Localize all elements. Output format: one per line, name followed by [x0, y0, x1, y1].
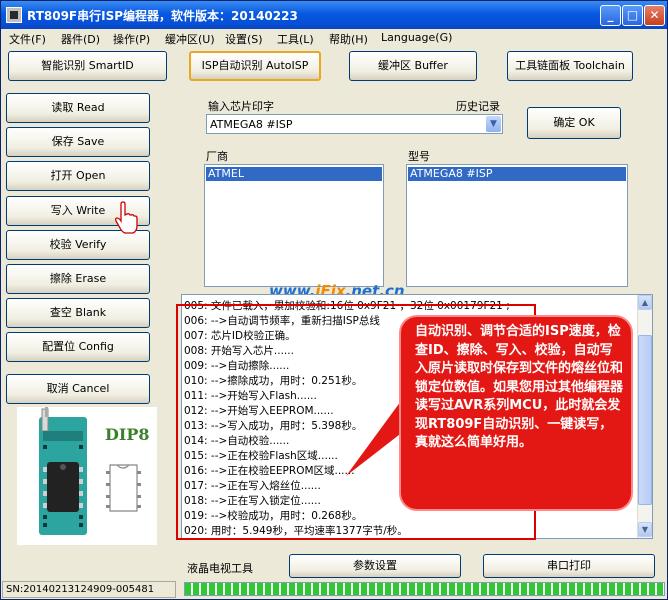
- menu-bar: 文件(F) 器件(D) 操作(P) 缓冲区(U) 设置(S) 工具(L) 帮助(…: [1, 29, 667, 48]
- serial-print-button[interactable]: 串口打印: [483, 554, 655, 578]
- hand-cursor-icon: [115, 201, 138, 234]
- app-icon: [6, 7, 22, 23]
- history-label: 历史记录: [456, 100, 500, 113]
- smart-id-button[interactable]: 智能识别 SmartID: [8, 51, 167, 81]
- chip-input-label: 输入芯片印字: [208, 100, 274, 113]
- save-button[interactable]: 保存 Save: [6, 127, 150, 157]
- erase-button[interactable]: 擦除 Erase: [6, 264, 150, 294]
- scroll-up-icon[interactable]: ▲: [638, 295, 652, 310]
- menu-tools[interactable]: 工具(L): [277, 31, 314, 47]
- menu-settings[interactable]: 设置(S): [225, 31, 263, 47]
- menu-device[interactable]: 器件(D): [61, 31, 100, 47]
- vendor-list[interactable]: ATMEL: [204, 164, 384, 287]
- vendor-list-item-selected[interactable]: ATMEL: [206, 167, 382, 181]
- minimize-button[interactable]: _: [600, 5, 621, 26]
- log-scrollbar[interactable]: ▲ ▼: [637, 295, 652, 538]
- model-list[interactable]: ATMEGA8 #ISP: [406, 164, 628, 287]
- auto-isp-button[interactable]: ISP自动识别 AutoISP: [189, 51, 321, 81]
- chevron-down-icon[interactable]: ▼: [486, 116, 501, 132]
- ok-button[interactable]: 确定 OK: [527, 107, 621, 139]
- menu-help[interactable]: 帮助(H): [329, 31, 368, 47]
- scroll-thumb[interactable]: [638, 335, 652, 505]
- open-button[interactable]: 打开 Open: [6, 161, 150, 191]
- vendor-label: 厂商: [206, 150, 228, 163]
- annotation-callout: 自动识别、调节合适的ISP速度，检查ID、擦除、写入、校验，自动写入原片读取时保…: [399, 315, 633, 511]
- config-button[interactable]: 配置位 Config: [6, 332, 150, 362]
- menu-file[interactable]: 文件(F): [9, 31, 46, 47]
- menu-buffer[interactable]: 缓冲区(U): [165, 31, 215, 47]
- progress-bar: [184, 582, 665, 596]
- chip-panel: DIP8: [17, 407, 157, 545]
- chip-input-value: ATMEGA8 #ISP: [210, 118, 293, 131]
- annotation-pointer: [346, 401, 404, 476]
- scroll-down-icon[interactable]: ▼: [638, 522, 652, 537]
- main-window: RT809F串行ISP编程器，软件版本：20140223 _ □ ✕ 文件(F)…: [0, 0, 668, 600]
- cancel-button[interactable]: 取消 Cancel: [6, 374, 150, 404]
- maximize-button[interactable]: □: [622, 5, 643, 26]
- window-title: RT809F串行ISP编程器，软件版本：20140223: [27, 9, 298, 23]
- menu-language[interactable]: Language(G): [381, 31, 452, 44]
- close-button[interactable]: ✕: [644, 5, 665, 26]
- chip-input-combo[interactable]: ATMEGA8 #ISP ▼: [206, 114, 503, 134]
- lcd-tool-label[interactable]: 液晶电视工具: [187, 560, 253, 576]
- blank-button[interactable]: 查空 Blank: [6, 298, 150, 328]
- toolchain-button[interactable]: 工具链面板 Toolchain: [507, 51, 633, 81]
- serial-number: SN:20140213124909-005481: [2, 581, 176, 598]
- title-bar: RT809F串行ISP编程器，软件版本：20140223 _ □ ✕: [1, 1, 667, 29]
- params-button[interactable]: 参数设置: [289, 554, 461, 578]
- read-button[interactable]: 读取 Read: [6, 93, 150, 123]
- package-label: DIP8: [105, 425, 150, 444]
- menu-operation[interactable]: 操作(P): [113, 31, 150, 47]
- model-label: 型号: [408, 150, 430, 163]
- buffer-button[interactable]: 缓冲区 Buffer: [349, 51, 477, 81]
- model-list-item-selected[interactable]: ATMEGA8 #ISP: [408, 167, 626, 181]
